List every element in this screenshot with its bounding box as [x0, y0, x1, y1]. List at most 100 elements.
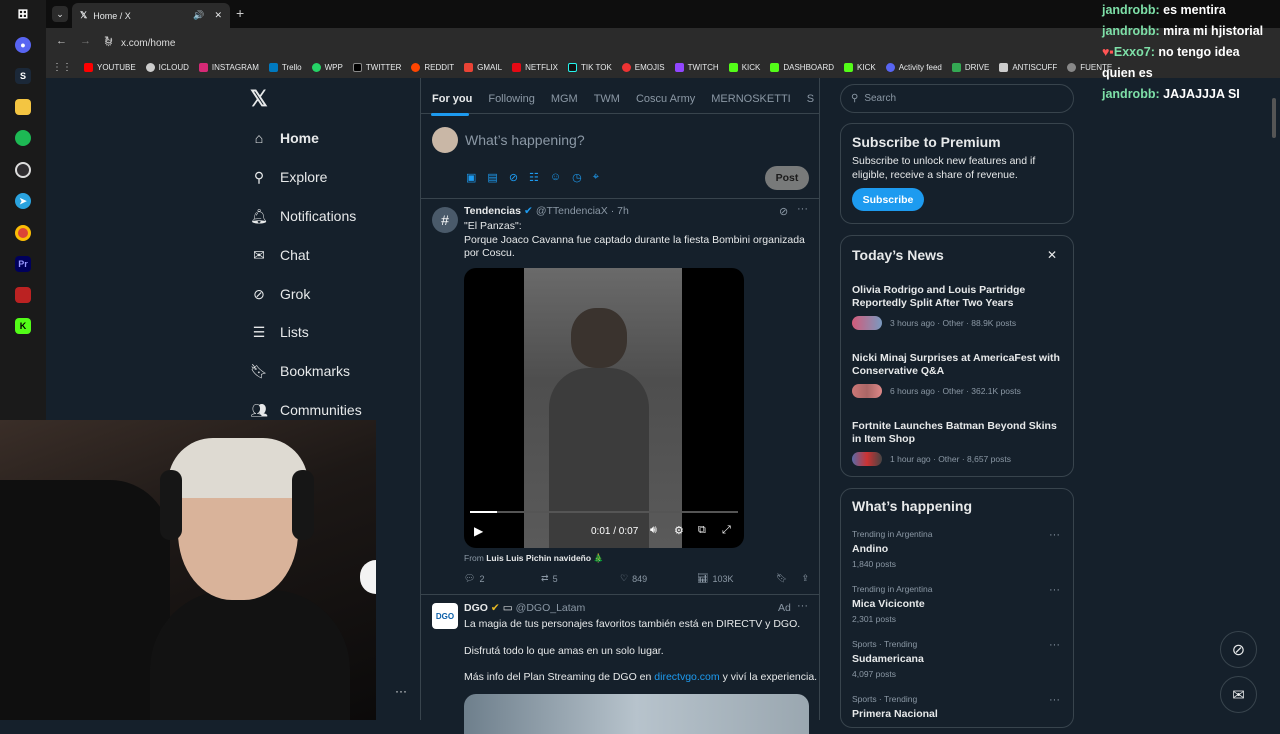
forward-icon[interactable]: → [80, 35, 91, 47]
bookmark-trello[interactable]: Trello [268, 62, 302, 72]
tweet-handle[interactable]: @DGO_Latam [516, 602, 586, 616]
avatar[interactable] [432, 127, 458, 153]
grok-compose-icon[interactable]: ⊘ [509, 171, 518, 184]
bookmark-twitch[interactable]: TWITCH [674, 62, 719, 72]
bookmark-tweet-icon[interactable]: 🔖︎ [776, 573, 787, 584]
tweet-author[interactable]: DGO [464, 602, 488, 616]
bookmark-instagram[interactable]: INSTAGRAM [198, 62, 259, 72]
subscribe-button[interactable]: Subscribe [852, 188, 924, 211]
poll-icon[interactable]: ☷ [529, 171, 539, 184]
trend-more-icon[interactable]: ··· [1049, 529, 1060, 541]
chrome-icon[interactable] [15, 225, 31, 241]
location-icon[interactable]: ⌖ [593, 171, 599, 184]
news-item[interactable]: Fortnite Launches Batman Beyond Skins in… [852, 420, 1064, 466]
play-icon[interactable]: ▶ [474, 524, 483, 538]
tab-following[interactable]: Following [488, 93, 534, 105]
speaker-icon[interactable]: 🔊 [193, 10, 204, 21]
tweet-avatar[interactable]: # [432, 207, 458, 233]
tweet-handle[interactable]: @TTendenciaX [536, 205, 608, 219]
tab-coscu-army[interactable]: Coscu Army [636, 93, 695, 105]
bookmark-icloud[interactable]: ICLOUD [145, 62, 189, 72]
nav-grok[interactable]: ⊘ Grok [250, 285, 310, 303]
compose-input[interactable]: What’s happening? [465, 132, 585, 148]
scrollbar-thumb[interactable] [1272, 98, 1276, 138]
tab-for-you[interactable]: For you [432, 93, 472, 105]
volume-icon[interactable]: 🔊︎ [650, 524, 657, 537]
search-input[interactable]: ⚲ Search [840, 84, 1074, 113]
tab-twm[interactable]: TWM [594, 93, 620, 105]
news-item[interactable]: Nicki Minaj Surprises at AmericaFest wit… [852, 352, 1064, 398]
repost-button[interactable]: ⇄ 5 [541, 573, 620, 584]
trend-item[interactable]: Trending in Argentina Andino 1,840 posts [852, 529, 1064, 569]
address-bar[interactable]: ⚙ x.com/home [104, 34, 1084, 52]
bookmark-netflix[interactable]: NETFLIX [512, 62, 558, 72]
kick-icon[interactable]: K [15, 318, 31, 334]
obs-icon[interactable] [15, 162, 31, 178]
bookmark-reddit[interactable]: REDDIT [411, 62, 454, 72]
windows-icon[interactable]: ⊞ [15, 6, 31, 22]
tweet-more-icon[interactable]: ··· [797, 203, 808, 215]
like-button[interactable]: ♡ 849 [620, 573, 697, 584]
nav-notifications[interactable]: 🔔︎ Notifications [250, 207, 356, 225]
tab-mernosketti[interactable]: MERNOSKETTI [711, 93, 790, 105]
bookmark-wpp[interactable]: WPP [311, 62, 343, 72]
gif-icon[interactable]: ▤ [487, 171, 497, 184]
nav-home[interactable]: ⌂ Home [250, 129, 319, 147]
news-item[interactable]: Olivia Rodrigo and Louis Partridge Repor… [852, 284, 1064, 330]
files-icon[interactable] [15, 99, 31, 115]
nav-explore[interactable]: ⚲ Explore [250, 168, 328, 186]
apps-grid-icon[interactable]: ⋮⋮ [52, 62, 72, 73]
premiere-icon[interactable]: Pr [15, 256, 31, 272]
trend-more-icon[interactable]: ··· [1049, 584, 1060, 596]
bookmark-kick-2[interactable]: KICK [844, 62, 876, 72]
grok-floating-icon[interactable]: ⊘ [1220, 631, 1257, 668]
nav-lists[interactable]: ☰ Lists [250, 323, 309, 341]
dgo-avatar[interactable]: DGO [432, 603, 458, 629]
back-icon[interactable]: ← [56, 35, 67, 47]
telegram-icon[interactable]: ➤ [15, 193, 31, 209]
tweet-more-icon[interactable]: ··· [797, 600, 808, 612]
tweet-author[interactable]: Tendencias [464, 205, 521, 219]
messages-floating-icon[interactable]: ✉ [1220, 676, 1257, 713]
video-source-name[interactable]: Luis Luis Pichin navideño 🎄 [486, 553, 604, 563]
views-button[interactable]: 📊︎ 103K [697, 573, 776, 584]
bookmark-activity-feed[interactable]: Activity feed [885, 62, 942, 72]
tweet-time[interactable]: · 7h [611, 205, 629, 219]
trend-item[interactable]: Sports · Trending Sudamericana 4,097 pos… [852, 639, 1064, 679]
tweet-link[interactable]: directvgo.com [654, 671, 719, 683]
tab-list-icon[interactable]: ⌄ [52, 6, 68, 22]
spotify-icon[interactable] [15, 130, 31, 146]
reply-button[interactable]: 💬︎ 2 [464, 573, 541, 584]
steam-icon[interactable]: S [15, 68, 31, 84]
post-button[interactable]: Post [765, 166, 809, 190]
ad-media[interactable] [464, 694, 809, 734]
tab-more[interactable]: S [807, 93, 814, 105]
new-tab-icon[interactable]: + [236, 5, 244, 21]
bookmark-antiscuff[interactable]: ANTISCUFF [999, 62, 1057, 72]
pip-icon[interactable]: ⧉ [698, 524, 706, 537]
nav-bookmarks[interactable]: 🔖︎ Bookmarks [250, 362, 350, 380]
close-icon[interactable]: ✕ [1047, 248, 1057, 262]
trend-more-icon[interactable]: ··· [1049, 694, 1060, 706]
tab-mgm[interactable]: MGM [551, 93, 578, 105]
settings-icon[interactable]: ⚙ [674, 524, 684, 537]
emoji-icon[interactable]: ☺ [550, 171, 561, 184]
bookmark-dashboard[interactable]: DASHBOARD [770, 62, 834, 72]
share-icon[interactable]: ⇪ [801, 573, 809, 584]
voicemeeter-icon[interactable] [15, 287, 31, 303]
grok-tweet-icon[interactable]: ⊘ [779, 205, 788, 218]
bookmark-youtube[interactable]: YOUTUBE [84, 62, 136, 72]
bookmark-kick[interactable]: KICK [728, 62, 760, 72]
browser-tab[interactable]: 𝕏 Home / X 🔊 ✕ [72, 3, 230, 28]
bookmark-twitter[interactable]: TWITTER [352, 62, 401, 72]
bookmark-emojis[interactable]: EMOJIS [621, 62, 665, 72]
fullscreen-icon[interactable]: ⤢ [722, 524, 731, 537]
schedule-icon[interactable]: ◷ [572, 171, 582, 184]
nav-communities[interactable]: 👥︎ Communities [250, 401, 362, 419]
page-scrollbar[interactable] [1272, 78, 1278, 720]
trend-more-icon[interactable]: ··· [1049, 639, 1060, 651]
trend-item[interactable]: Trending in Argentina Mica Viciconte 2,3… [852, 584, 1064, 624]
site-info-icon[interactable]: ⚙ [104, 38, 113, 49]
close-tab-icon[interactable]: ✕ [214, 10, 222, 21]
media-icon[interactable]: ▣ [466, 171, 476, 184]
